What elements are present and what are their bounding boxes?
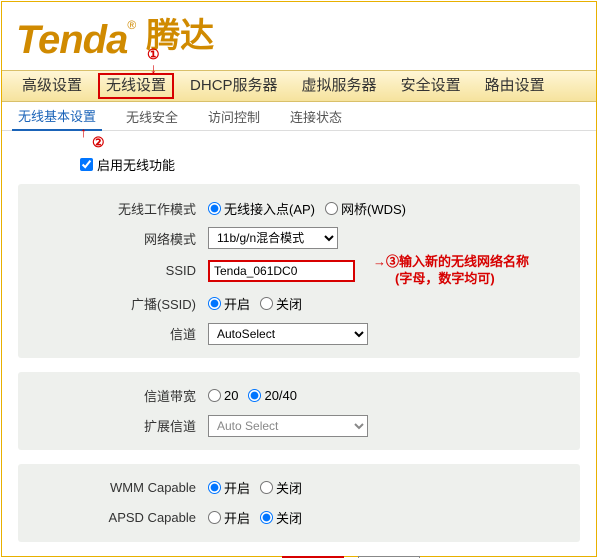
radio-mode-wds-label: 网桥(WDS): [341, 199, 406, 218]
block-basic: 无线工作模式 无线接入点(AP) 网桥(WDS) 网络模式 11b/g/n混合模…: [18, 184, 580, 358]
annotation-3-line2: (字母，数字均可): [395, 271, 495, 286]
label-broadcast: 广播(SSID): [18, 294, 208, 313]
radio-apsd-on-label: 开启: [224, 508, 250, 527]
tab-advanced[interactable]: 高级设置: [14, 73, 90, 99]
annotation-2-text: ②: [92, 134, 105, 151]
radio-bw-2040[interactable]: [248, 389, 261, 402]
radio-apsd-off-label: 关闭: [276, 508, 302, 527]
tab-virtual-server[interactable]: 虚拟服务器: [294, 73, 385, 99]
content-area: 启用无线功能 无线工作模式 无线接入点(AP) 网桥(WDS) 网络模式 11b…: [2, 131, 596, 558]
annotation-3: →③输入新的无线网络名称 (字母，数字均可): [373, 254, 529, 288]
tab-wireless[interactable]: 无线设置: [98, 73, 174, 99]
label-channel: 信道: [18, 324, 208, 343]
radio-bw-2040-label: 20/40: [264, 388, 297, 403]
radio-mode-ap-label: 无线接入点(AP): [224, 199, 315, 218]
radio-bw-20-label: 20: [224, 388, 238, 403]
subtab-basic[interactable]: 无线基本设置: [12, 102, 102, 131]
main-tabs: 高级设置 无线设置 DHCP服务器 虚拟服务器 安全设置 路由设置: [2, 70, 596, 102]
radio-apsd-on[interactable]: [208, 511, 221, 524]
radio-broadcast-on-label: 开启: [224, 294, 250, 313]
radio-bw-20[interactable]: [208, 389, 221, 402]
label-net-mode: 网络模式: [18, 229, 208, 248]
block-capable: WMM Capable 开启 关闭 APSD Capable 开启 关闭: [18, 464, 580, 542]
tab-security[interactable]: 安全设置: [393, 73, 469, 99]
radio-apsd-off[interactable]: [260, 511, 273, 524]
label-apsd: APSD Capable: [18, 510, 208, 525]
subtab-status[interactable]: 连接状态: [284, 103, 348, 130]
input-ssid[interactable]: [208, 260, 355, 282]
radio-broadcast-off[interactable]: [260, 297, 273, 310]
sub-tabs: 无线基本设置 无线安全 访问控制 连接状态: [2, 102, 596, 131]
select-ext-channel[interactable]: Auto Select: [208, 415, 368, 437]
enable-wireless-checkbox[interactable]: [80, 158, 93, 171]
radio-broadcast-off-label: 关闭: [276, 294, 302, 313]
label-ext-channel: 扩展信道: [18, 416, 208, 435]
annotation-1: ① ↓: [147, 46, 160, 63]
annotation-3-line1: ③输入新的无线网络名称: [386, 254, 529, 269]
radio-broadcast-on[interactable]: [208, 297, 221, 310]
subtab-access[interactable]: 访问控制: [202, 103, 266, 130]
radio-wmm-off-label: 关闭: [276, 478, 302, 497]
annotation-3-arrow: →: [373, 254, 386, 269]
select-channel[interactable]: AutoSelect: [208, 323, 368, 345]
arrow-up-icon: ↑: [80, 124, 87, 140]
radio-wmm-on-label: 开启: [224, 478, 250, 497]
select-net-mode[interactable]: 11b/g/n混合模式: [208, 227, 338, 249]
app-frame: Tenda®腾达 ① ↓ 高级设置 无线设置 DHCP服务器 虚拟服务器 安全设…: [1, 1, 597, 557]
enable-wireless-row: 启用无线功能: [80, 155, 580, 174]
label-ssid: SSID: [18, 263, 208, 278]
block-channel: 信道带宽 20 20/40 扩展信道 Auto Select: [18, 372, 580, 450]
radio-wmm-off[interactable]: [260, 481, 273, 494]
radio-mode-ap[interactable]: [208, 202, 221, 215]
logo-reg: ®: [127, 18, 136, 32]
logo-brand: Tenda: [16, 18, 127, 62]
logo-area: Tenda®腾达 ① ↓: [2, 2, 596, 70]
label-wmm: WMM Capable: [18, 480, 208, 495]
label-mode: 无线工作模式: [18, 199, 208, 218]
tab-routing[interactable]: 路由设置: [477, 73, 553, 99]
radio-mode-wds[interactable]: [325, 202, 338, 215]
arrow-down-icon: ↓: [150, 60, 157, 76]
tab-dhcp[interactable]: DHCP服务器: [182, 73, 286, 99]
label-bandwidth: 信道带宽: [18, 386, 208, 405]
radio-wmm-on[interactable]: [208, 481, 221, 494]
subtab-security[interactable]: 无线安全: [120, 103, 184, 130]
enable-wireless-label: 启用无线功能: [97, 155, 175, 174]
